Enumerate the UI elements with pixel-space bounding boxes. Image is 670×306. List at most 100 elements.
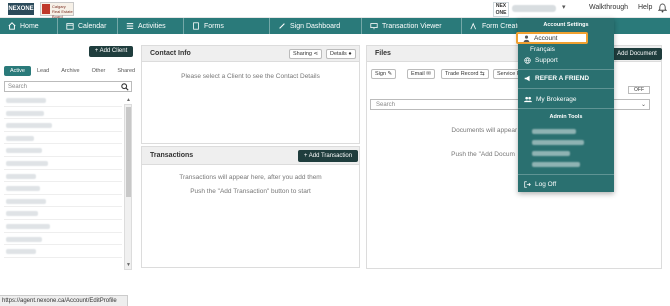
- scroll-up-icon[interactable]: ▲: [126, 97, 131, 103]
- swap-icon: ⇆: [479, 71, 485, 77]
- list-item[interactable]: [4, 182, 122, 195]
- chevron-down-icon: ⌄: [640, 102, 646, 108]
- list-item[interactable]: [4, 157, 122, 170]
- tab-shared[interactable]: Shared: [111, 66, 141, 76]
- off-toggle[interactable]: OFF: [628, 86, 650, 94]
- nav-activities-label: Activities: [138, 22, 166, 30]
- client-search-input[interactable]: Search: [4, 81, 132, 92]
- contact-info-title: Contact Info: [150, 50, 191, 57]
- admin-item[interactable]: [532, 151, 570, 156]
- transactions-panel: Transactions + Add Transaction Transacti…: [141, 146, 360, 268]
- sign-button[interactable]: Sign ✎: [371, 69, 397, 79]
- admin-item[interactable]: [532, 129, 576, 134]
- nav-forms-label: Forms: [204, 22, 224, 30]
- user-menu-caret-icon[interactable]: ▾: [562, 3, 566, 11]
- monitor-icon: [370, 23, 378, 30]
- account-settings-heading: Account Settings: [543, 22, 589, 28]
- status-bar-url: https://agent.nexone.ca/Account/EditProf…: [0, 295, 128, 306]
- tab-other[interactable]: Other: [86, 66, 112, 76]
- files-search-placeholder: Search: [376, 102, 396, 108]
- list-item[interactable]: [4, 144, 122, 157]
- admin-item[interactable]: [532, 140, 584, 145]
- menu-item-my-brokerage[interactable]: My Brokerage: [518, 94, 614, 105]
- email-button[interactable]: Email ✉: [407, 69, 435, 79]
- pen-icon: [279, 23, 285, 29]
- list-item[interactable]: [4, 94, 122, 107]
- nav-transaction-viewer-label: Transaction Viewer: [382, 22, 442, 30]
- files-search-input[interactable]: Search: [370, 99, 520, 110]
- nav-activities[interactable]: Activities: [118, 18, 184, 34]
- account-dropdown: Account Settings Français Support REFER …: [518, 18, 614, 192]
- top-bar: NEXONE Calgary Real Estate Board NEX ONE…: [0, 0, 670, 19]
- list-item[interactable]: [4, 233, 122, 246]
- bell-icon[interactable]: [657, 3, 668, 15]
- add-transaction-button[interactable]: + Add Transaction: [298, 150, 358, 162]
- person-icon: ●: [348, 51, 352, 57]
- files-panel: Files Sign ✎ Email ✉ Trade Record ⇆ Serv…: [366, 45, 662, 269]
- tab-active[interactable]: Active: [4, 66, 31, 76]
- nexone-logo[interactable]: NEXONE: [8, 3, 34, 15]
- board-logo: Calgary Real Estate Board: [40, 2, 74, 19]
- search-icon[interactable]: [121, 83, 129, 93]
- walkthrough-link[interactable]: Walkthrough: [589, 4, 628, 11]
- client-list-scrollbar[interactable]: [124, 104, 132, 270]
- files-filter-select[interactable]: ⌄: [610, 99, 650, 110]
- user-icon: [523, 35, 530, 42]
- menu-item-log-off[interactable]: Log Off: [518, 179, 614, 190]
- list-item[interactable]: [4, 132, 122, 145]
- contact-info-empty-message: Please select a Client to see the Contac…: [181, 73, 320, 80]
- logout-icon: [524, 181, 531, 188]
- client-filter-tabs: Active Lead Archive Other Shared: [4, 66, 141, 76]
- nexone-brand-logo: NEX ONE: [493, 2, 509, 17]
- globe-icon: [524, 57, 531, 64]
- user-name[interactable]: [512, 5, 556, 12]
- nav-transaction-viewer[interactable]: Transaction Viewer: [362, 18, 462, 34]
- transactions-title: Transactions: [150, 152, 194, 159]
- list-item[interactable]: [4, 220, 122, 233]
- calendar-icon: [66, 23, 74, 30]
- menu-item-refer-a-friend[interactable]: REFER A FRIEND: [518, 73, 614, 84]
- share-icon: ⋖: [313, 51, 319, 57]
- sharing-button[interactable]: Sharing ⋖: [289, 49, 323, 59]
- list-item[interactable]: [4, 207, 122, 220]
- form-creator-icon: [470, 22, 476, 30]
- nav-calendar[interactable]: Calendar: [58, 18, 118, 34]
- details-button[interactable]: Details ●: [326, 49, 356, 59]
- people-icon: [524, 96, 532, 103]
- tab-archive[interactable]: Archive: [55, 66, 85, 76]
- client-list: [4, 94, 122, 264]
- help-link[interactable]: Help: [638, 4, 652, 11]
- menu-item-account[interactable]: Account: [516, 32, 588, 44]
- admin-tools-heading: Admin Tools: [549, 114, 583, 120]
- menu-item-francais[interactable]: Français: [518, 44, 614, 55]
- contact-info-header: Contact Info Sharing ⋖ Details ●: [142, 46, 359, 62]
- transactions-empty-line2: Push the "Add Transaction" button to sta…: [190, 188, 311, 195]
- add-client-button[interactable]: + Add Client: [89, 46, 133, 57]
- pen-icon: ✎: [387, 71, 393, 77]
- transactions-empty-line1: Transactions will appear here, after you…: [179, 174, 322, 181]
- admin-item[interactable]: [532, 162, 580, 167]
- nav-home-label: Home: [20, 22, 39, 30]
- contact-info-panel: Contact Info Sharing ⋖ Details ● Please …: [141, 45, 360, 144]
- list-item[interactable]: [4, 195, 122, 208]
- home-icon: [8, 22, 16, 30]
- menu-item-support[interactable]: Support: [518, 55, 614, 66]
- scroll-down-icon[interactable]: ▼: [126, 262, 131, 268]
- files-title: Files: [375, 50, 391, 57]
- client-search-placeholder: Search: [8, 84, 28, 90]
- nav-sign-dashboard[interactable]: Sign Dashboard: [270, 18, 362, 34]
- forms-icon: [193, 22, 199, 30]
- list-item[interactable]: [4, 170, 122, 183]
- trade-record-button[interactable]: Trade Record ⇆: [441, 69, 489, 79]
- list-item[interactable]: [4, 119, 122, 132]
- list-item[interactable]: [4, 107, 122, 120]
- tab-lead[interactable]: Lead: [31, 66, 55, 76]
- envelope-icon: ✉: [426, 71, 431, 77]
- nav-forms[interactable]: Forms: [184, 18, 270, 34]
- add-document-button[interactable]: Add Document: [612, 48, 662, 60]
- megaphone-icon: [524, 75, 530, 82]
- nav-sign-dashboard-label: Sign Dashboard: [290, 22, 341, 30]
- list-item[interactable]: [4, 245, 122, 258]
- nav-calendar-label: Calendar: [78, 22, 107, 30]
- nav-home[interactable]: Home: [0, 18, 58, 34]
